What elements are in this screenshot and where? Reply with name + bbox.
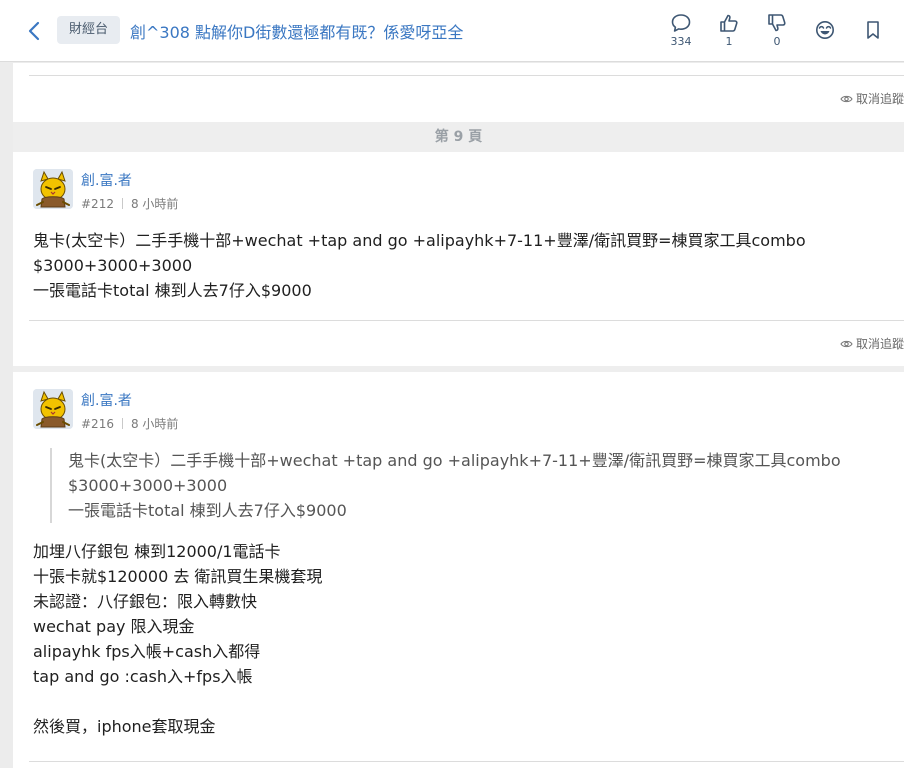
thread-content: 取消追蹤 第 9 頁 創.富.者 #212 8 小時前 鬼卡(太空卡）二手手機十…	[13, 63, 904, 768]
post-time: 8 小時前	[130, 197, 179, 211]
emoji-face-icon	[816, 21, 834, 39]
divider	[29, 320, 904, 321]
emoji-button[interactable]	[805, 19, 845, 59]
floor-number: #212	[81, 196, 114, 211]
avatar-creature-icon	[33, 169, 73, 209]
thumbs-up-icon	[720, 14, 738, 32]
unfollow-button-top[interactable]: 取消追蹤	[840, 90, 904, 107]
upvote-count: 1	[725, 35, 733, 48]
meta-divider	[121, 198, 123, 209]
post-body: 鬼卡(太空卡）二手手機十部+wechat +tap and go +alipay…	[33, 231, 806, 300]
username[interactable]: 創.富.者	[81, 390, 132, 410]
bookmark-icon	[867, 21, 879, 39]
avatar-creature-icon	[33, 389, 73, 429]
avatar[interactable]	[33, 389, 73, 429]
page: 財經台 創^308 點解你D街數還極都有既？係愛呀亞全 334 1 0 取消追蹤…	[0, 0, 904, 768]
bookmark-button[interactable]	[853, 19, 893, 59]
channel-badge[interactable]: 財經台	[57, 16, 121, 44]
thread-title: 創^308 點解你D街數還極都有既？係愛呀亞全	[130, 23, 464, 42]
unfollow-label: 取消追蹤	[855, 92, 904, 106]
unfollow-button[interactable]: 取消追蹤	[840, 335, 904, 352]
unfollow-label: 取消追蹤	[855, 337, 904, 351]
username[interactable]: 創.富.者	[81, 170, 132, 190]
post-meta: #216 8 小時前	[81, 415, 178, 432]
back-button[interactable]	[22, 18, 46, 44]
post-meta: #212 8 小時前	[81, 195, 178, 212]
comment-icon	[671, 14, 691, 32]
post-time: 8 小時前	[130, 417, 179, 431]
eye-icon	[840, 340, 853, 347]
divider	[29, 75, 904, 76]
top-bar: 財經台 創^308 點解你D街數還極都有既？係愛呀亞全 334 1 0	[0, 0, 904, 62]
meta-divider	[121, 418, 123, 429]
reply-count: 334	[670, 35, 692, 48]
downvote-count: 0	[773, 35, 781, 48]
post-212: 創.富.者 #212 8 小時前 鬼卡(太空卡）二手手機十部+wechat +t…	[13, 152, 904, 366]
post-216: 創.富.者 #216 8 小時前 鬼卡(太空卡）二手手機十部+wechat +t…	[13, 372, 904, 768]
reply-count-button[interactable]: 334	[661, 12, 701, 52]
post-body: 加埋八仔銀包 棟到12000/1電話卡 十張卡就$120000 去 衛訊買生果機…	[33, 542, 323, 736]
thumbs-down-icon	[768, 14, 786, 32]
upvote-button[interactable]: 1	[709, 12, 749, 52]
divider	[29, 761, 904, 762]
page-marker: 第 9 頁	[13, 122, 904, 152]
quoted-post: 鬼卡(太空卡）二手手機十部+wechat +tap and go +alipay…	[50, 448, 841, 523]
floor-number: #216	[81, 416, 114, 431]
eye-icon	[840, 95, 853, 102]
downvote-button[interactable]: 0	[757, 12, 797, 52]
avatar[interactable]	[33, 169, 73, 209]
chevron-left-icon	[28, 21, 40, 41]
